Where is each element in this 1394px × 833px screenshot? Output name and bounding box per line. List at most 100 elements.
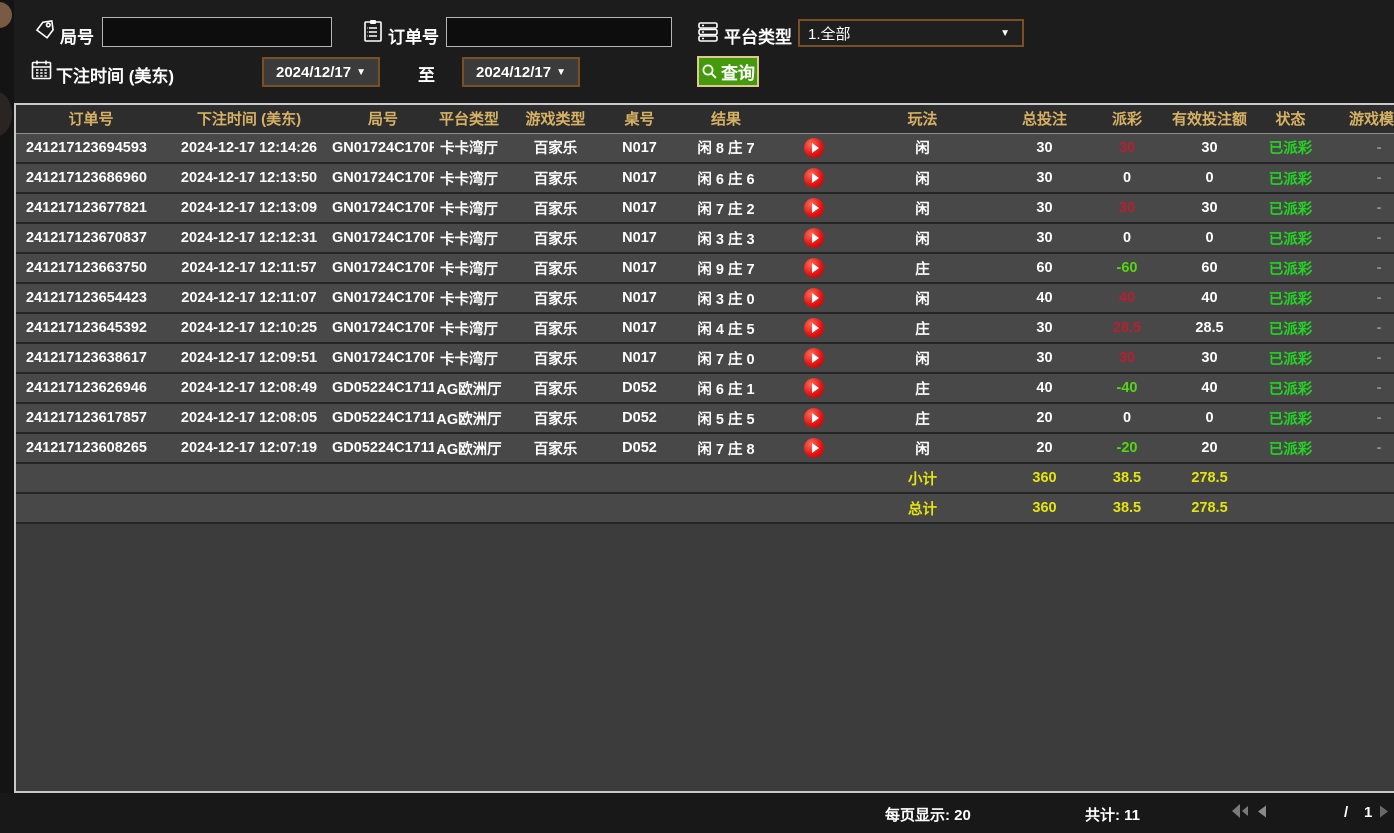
cell-status status-badge: 已派彩	[1257, 343, 1324, 374]
col-header-result: 结果	[672, 105, 780, 134]
cell-payout: 30	[1092, 133, 1162, 164]
table-row: 241217123626946 2024-12-17 12:08:49 GD05…	[16, 373, 1394, 404]
cell-game-type: 百家乐	[504, 163, 607, 194]
bet-history-app: { "colors": { "gold": "#d7b264", "red": …	[0, 0, 1394, 833]
col-header-game-mode: 游戏模式	[1324, 105, 1394, 134]
search-icon	[701, 63, 718, 80]
search-button-label: 查询	[721, 64, 755, 83]
cell-valid-bet: 30	[1162, 343, 1257, 374]
date-to-value: 2024/12/17	[476, 63, 552, 81]
cell-payout: 30	[1092, 343, 1162, 374]
total-valid-bet: 278.5	[1162, 493, 1257, 524]
replay-play-button[interactable]	[804, 137, 824, 158]
table-row: 241217123638617 2024-12-17 12:09:51 GN01…	[16, 343, 1394, 374]
cell-platform: 卡卡湾厅	[434, 133, 504, 164]
replay-play-button[interactable]	[804, 288, 824, 308]
cell-play-type: 庄	[848, 253, 997, 284]
first-page-button[interactable]	[1228, 802, 1250, 820]
cell-replay	[780, 223, 848, 254]
replay-play-button[interactable]	[804, 258, 824, 278]
table-row: 241217123608265 2024-12-17 12:07:19 GD05…	[16, 433, 1394, 464]
cell-payout: -60	[1092, 253, 1162, 284]
cell-valid-bet: 0	[1162, 223, 1257, 254]
cell-table-no: N017	[607, 343, 672, 374]
replay-play-button[interactable]	[804, 198, 824, 218]
replay-play-button[interactable]	[804, 318, 824, 338]
round-no-label: 局号	[60, 28, 94, 47]
col-header-total-bet: 总投注	[997, 105, 1092, 134]
cell-result: 闲 7 庄 0	[672, 343, 780, 374]
cell-platform: 卡卡湾厅	[434, 313, 504, 344]
cell-valid-bet: 60	[1162, 253, 1257, 284]
cell-status status-badge: 已派彩	[1257, 253, 1324, 284]
order-no-label: 订单号	[388, 28, 439, 47]
cell-platform: 卡卡湾厅	[434, 283, 504, 314]
table-row: 241217123663750 2024-12-17 12:11:57 GN01…	[16, 253, 1394, 284]
cell-payout: 0	[1092, 403, 1162, 434]
cell-order-no: 241217123645392	[16, 313, 166, 344]
cell-game-mode: -	[1324, 433, 1394, 464]
cell-play-type: 庄	[848, 313, 997, 344]
table-header: 订单号 下注时间 (美东) 局号 平台类型 游戏类型 桌号 结果 玩法 总投注 …	[16, 105, 1394, 134]
cell-table-no: N017	[607, 223, 672, 254]
cell-play-type: 闲	[848, 283, 997, 314]
cell-platform: 卡卡湾厅	[434, 253, 504, 284]
cell-bet-time: 2024-12-17 12:11:07	[166, 283, 332, 314]
replay-play-button[interactable]	[804, 228, 824, 248]
cell-game-mode: -	[1324, 163, 1394, 194]
background-fragment	[0, 92, 12, 136]
cell-total-bet: 30	[997, 223, 1092, 254]
platform-select[interactable]: 1.全部 ▼	[798, 19, 1024, 47]
cell-game-type: 百家乐	[504, 253, 607, 284]
next-page-button[interactable]	[1378, 804, 1390, 819]
date-from-picker[interactable]: 2024/12/17 ▼	[262, 57, 380, 87]
prev-page-button[interactable]	[1256, 804, 1268, 819]
search-button[interactable]: 查询	[697, 56, 759, 87]
bet-history-table: 订单号 下注时间 (美东) 局号 平台类型 游戏类型 桌号 结果 玩法 总投注 …	[14, 103, 1394, 793]
subtotal-valid-bet: 278.5	[1162, 463, 1257, 494]
cell-valid-bet: 40	[1162, 283, 1257, 314]
cell-status status-badge: 已派彩	[1257, 283, 1324, 314]
round-no-input[interactable]	[102, 17, 332, 47]
cell-status status-badge: 已派彩	[1257, 403, 1324, 434]
cell-table-no: N017	[607, 313, 672, 344]
order-no-input[interactable]	[446, 17, 672, 47]
replay-play-button[interactable]	[804, 378, 824, 398]
date-to-picker[interactable]: 2024/12/17 ▼	[462, 57, 580, 87]
total-total-bet: 360	[997, 493, 1092, 524]
pagination-bar: 每页显示: 20 共计: 11 / 1	[0, 793, 1394, 833]
cell-play-type: 庄	[848, 373, 997, 404]
replay-play-button[interactable]	[804, 168, 824, 188]
cell-replay	[780, 163, 848, 194]
cell-game-mode: -	[1324, 343, 1394, 374]
subtotal-total-bet: 360	[997, 463, 1092, 494]
subtotal-payout: 38.5	[1092, 463, 1162, 494]
cell-total-bet: 40	[997, 283, 1092, 314]
cell-order-no: 241217123686960	[16, 163, 166, 194]
cell-total-bet: 30	[997, 313, 1092, 344]
cell-payout: -20	[1092, 433, 1162, 464]
col-header-replay	[780, 105, 848, 134]
cell-table-no: N017	[607, 133, 672, 164]
date-range-to-label: 至	[418, 66, 435, 85]
cell-play-type: 闲	[848, 163, 997, 194]
cell-round-no: GD05224C1711C	[332, 433, 434, 464]
cell-bet-time: 2024-12-17 12:14:26	[166, 133, 332, 164]
replay-play-button[interactable]	[804, 348, 824, 368]
filter-bar: 局号 订单号 平台类型 1.全部 ▼ 下注时间 (美东) 2024/12/17 …	[14, 0, 1394, 103]
avatar	[0, 2, 12, 28]
col-header-valid-bet: 有效投注额	[1162, 105, 1257, 134]
cell-platform: AG欧洲厅	[434, 433, 504, 464]
replay-play-button[interactable]	[804, 438, 824, 458]
cell-platform: 卡卡湾厅	[434, 193, 504, 224]
cell-result: 闲 6 庄 1	[672, 373, 780, 404]
cell-bet-time: 2024-12-17 12:09:51	[166, 343, 332, 374]
cell-total-bet: 40	[997, 373, 1092, 404]
cell-table-no: N017	[607, 193, 672, 224]
replay-play-button[interactable]	[804, 408, 824, 428]
cell-total-bet: 30	[997, 163, 1092, 194]
cell-total-bet: 30	[997, 193, 1092, 224]
cell-game-type: 百家乐	[504, 133, 607, 164]
col-header-status: 状态	[1257, 105, 1324, 134]
table-row: 241217123617857 2024-12-17 12:08:05 GD05…	[16, 403, 1394, 434]
